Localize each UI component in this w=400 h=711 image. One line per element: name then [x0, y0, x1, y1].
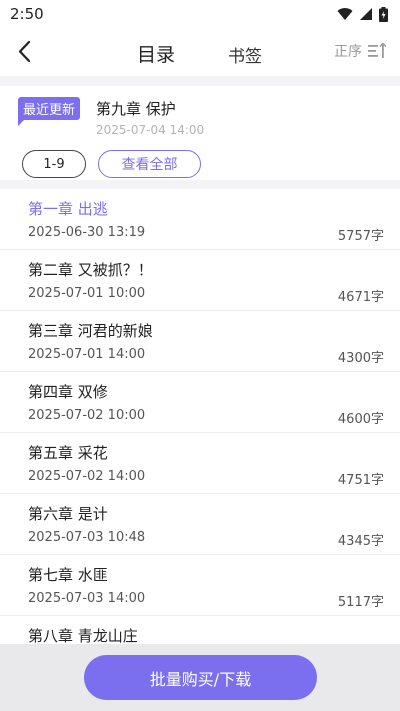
recent-chapter-title: 第九章 保护	[96, 100, 176, 118]
chapter-word-count: 5757字	[337, 229, 384, 244]
chapter-row[interactable]: 第一章 出逃 2025-06-30 13:19 5757字	[0, 189, 400, 250]
sort-lines-icon	[368, 43, 386, 58]
chapter-title: 第二章 又被抓？！	[28, 261, 153, 279]
chapter-title: 第七章 水匪	[28, 566, 108, 584]
chapter-row[interactable]: 第四章 双修 2025-07-02 10:00 4600字	[0, 372, 400, 433]
status-time: 2:50	[10, 5, 44, 23]
chapter-word-count: 5117字	[337, 595, 384, 610]
chapter-row[interactable]: 第三章 河君的新娘 2025-07-01 14:00 4300字	[0, 311, 400, 372]
chapter-title: 第五章 采花	[28, 444, 108, 462]
chapter-word-count: 4600字	[337, 412, 384, 427]
battery-icon	[379, 6, 388, 22]
range-row: 1-9 查看全部	[0, 140, 400, 180]
chapter-row[interactable]: 第六章 是计 2025-07-03 10:48 4345字	[0, 494, 400, 555]
chapter-row[interactable]: 第二章 又被抓？！ 2025-07-01 10:00 4671字	[0, 250, 400, 311]
wifi-icon	[337, 8, 353, 20]
signal-icon	[360, 8, 372, 20]
chapter-date: 2025-06-30 13:19	[28, 225, 146, 240]
chapter-row[interactable]: 第七章 水匪 2025-07-03 14:00 5117字	[0, 555, 400, 616]
recent-chapter-time: 2025-07-04 14:00	[96, 123, 205, 137]
chapter-date: 2025-07-02 14:00	[28, 469, 146, 484]
chevron-left-icon	[18, 40, 31, 63]
chapter-range-button[interactable]: 1-9	[22, 150, 86, 178]
sort-label: 正序	[334, 44, 362, 60]
bottom-bar: 批量购买/下载	[0, 644, 400, 711]
tab-catalog[interactable]: 目录	[137, 40, 175, 67]
status-icons	[337, 6, 388, 22]
chapter-title: 第八章 青龙山庄	[28, 627, 138, 644]
chapter-title: 第六章 是计	[28, 505, 108, 523]
chapter-row[interactable]: 第五章 采花 2025-07-02 14:00 4751字	[0, 433, 400, 494]
chapter-date: 2025-07-01 14:00	[28, 347, 146, 362]
chapter-date: 2025-07-01 10:00	[28, 286, 146, 301]
chapter-word-count: 4751字	[337, 473, 384, 488]
tab-bookmark[interactable]: 书签	[228, 42, 262, 67]
sort-button[interactable]: 正序	[334, 41, 386, 61]
chapter-title: 第三章 河君的新娘	[28, 322, 153, 340]
chapter-row[interactable]: 第八章 青龙山庄	[0, 616, 400, 644]
chapter-date: 2025-07-03 14:00	[28, 591, 146, 606]
chapter-word-count: 4300字	[337, 351, 384, 366]
status-bar: 2:50	[0, 0, 400, 28]
chapter-title: 第一章 出逃	[28, 200, 108, 218]
chapter-word-count: 4345字	[337, 534, 384, 549]
chapter-word-count: 4671字	[337, 290, 384, 305]
chapter-date: 2025-07-02 10:00	[28, 408, 146, 423]
recent-update-badge: 最近更新	[18, 97, 81, 126]
chapter-list: 第一章 出逃 2025-06-30 13:19 5757字 第二章 又被抓？！ …	[0, 189, 400, 644]
view-all-button[interactable]: 查看全部	[98, 150, 201, 178]
chapter-title: 第四章 双修	[28, 383, 108, 401]
batch-buy-download-button[interactable]: 批量购买/下载	[84, 655, 317, 700]
back-button[interactable]	[14, 38, 38, 66]
chapter-date: 2025-07-03 10:48	[28, 530, 146, 545]
nav-bar: 目录 书签 正序	[0, 28, 400, 76]
